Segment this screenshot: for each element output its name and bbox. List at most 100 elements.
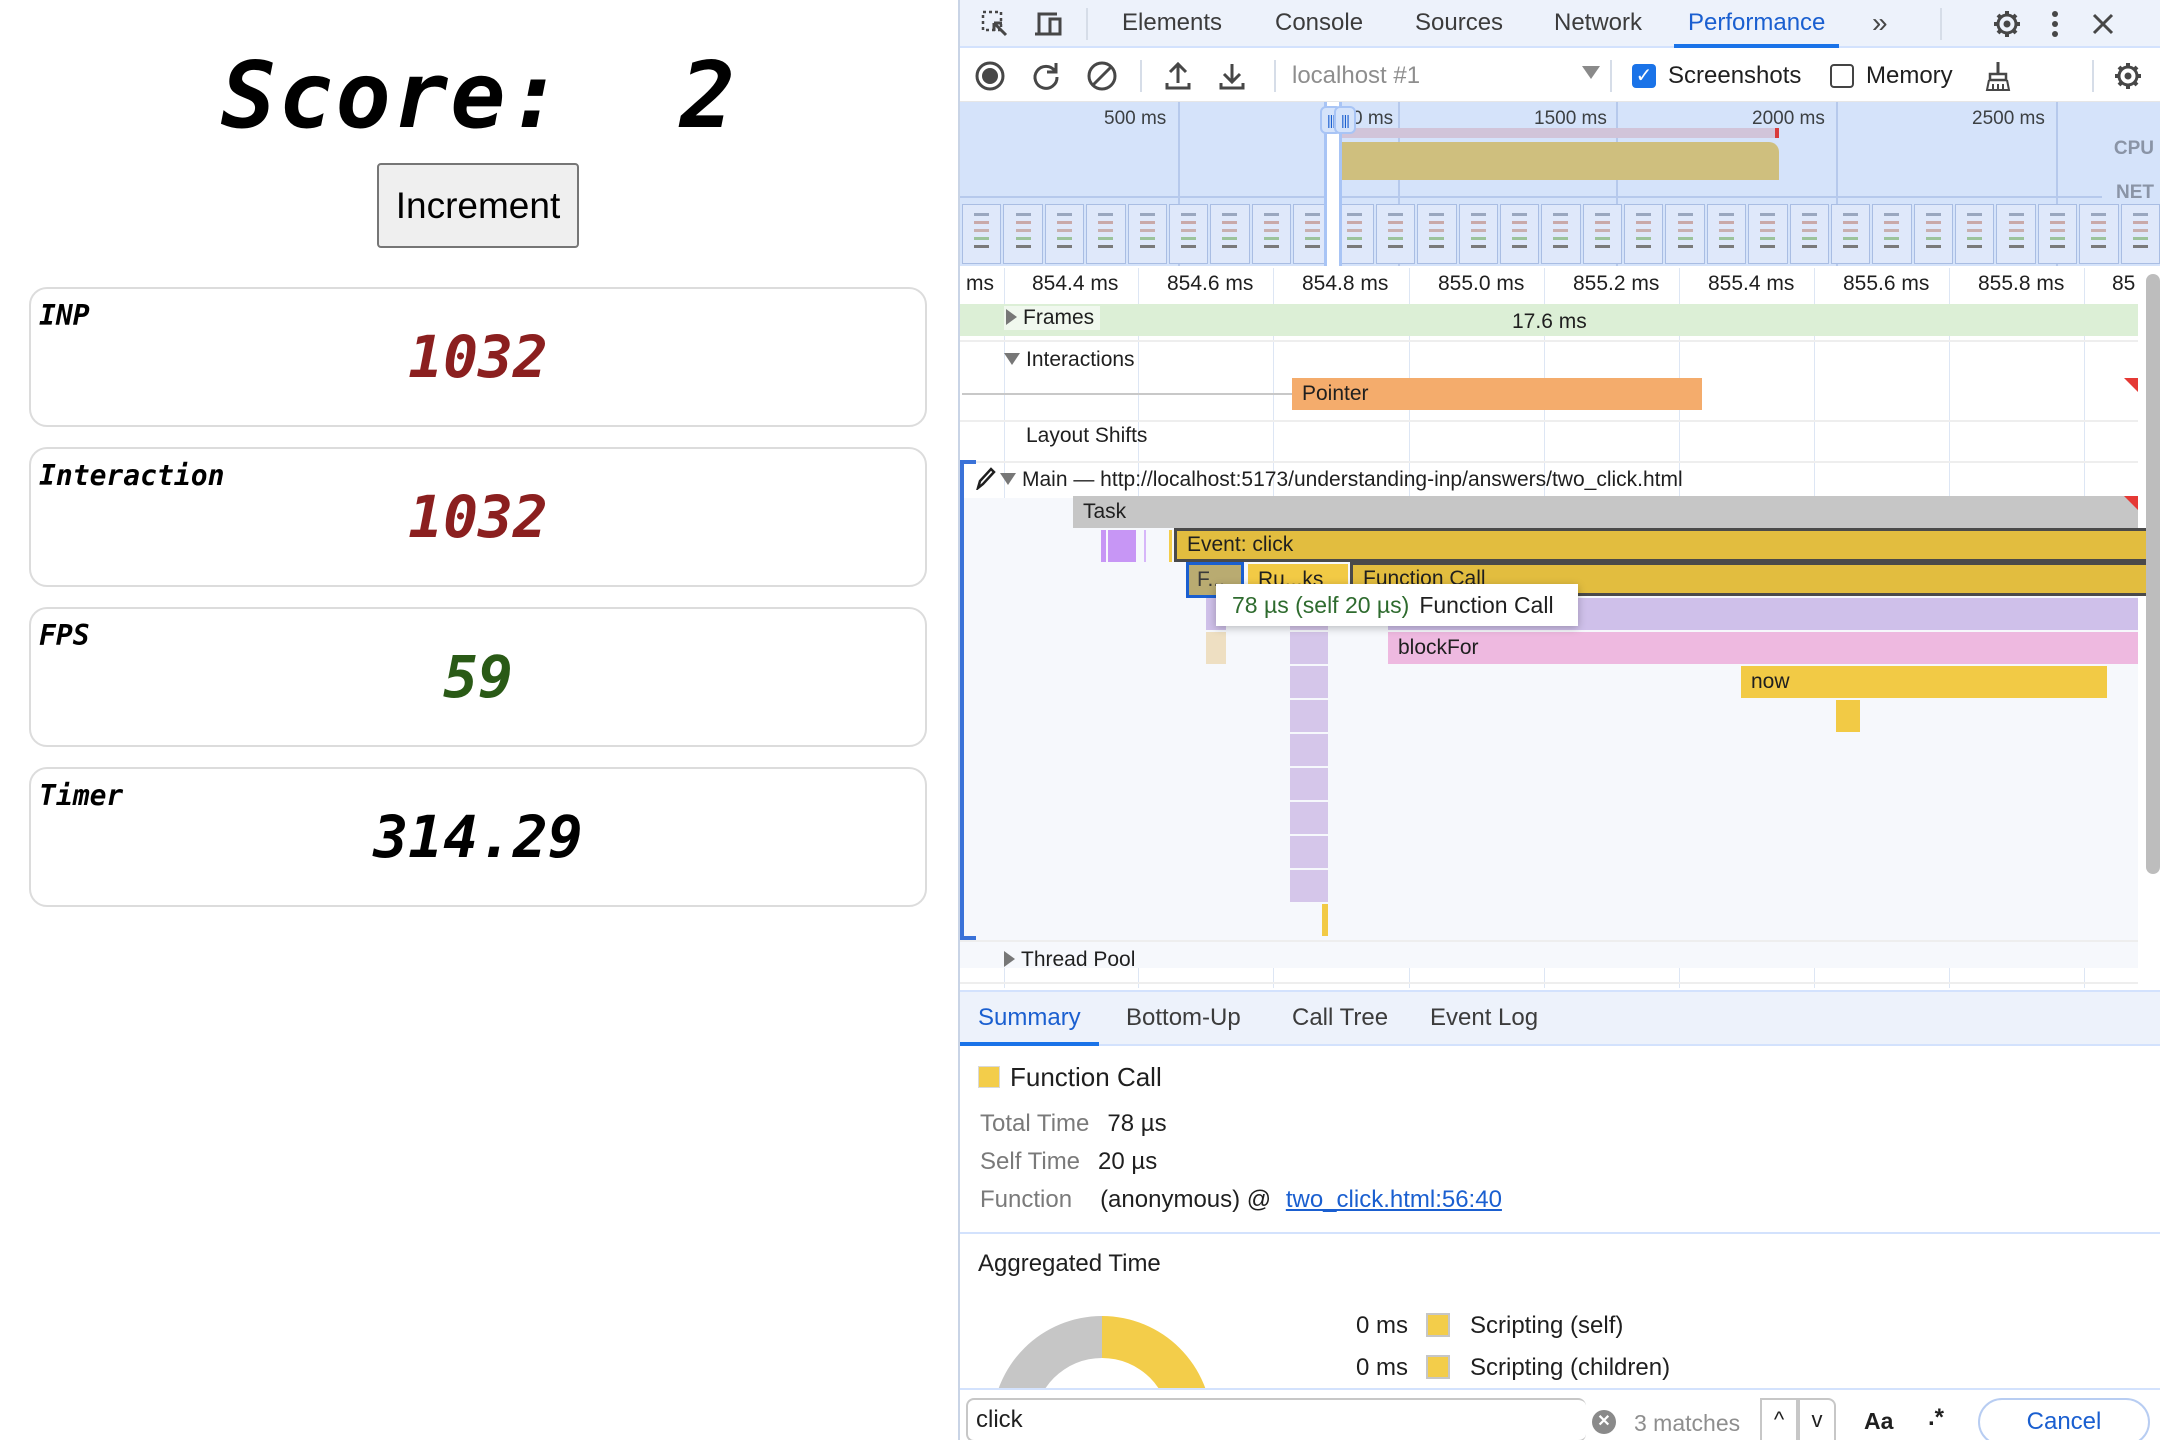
tab-sources[interactable]: Sources	[1415, 0, 1503, 48]
screenshot-thumbnail[interactable]	[2120, 204, 2160, 264]
more-tabs-chevron-icon[interactable]: »	[1872, 0, 1888, 48]
upload-profile-icon[interactable]	[1160, 58, 1196, 94]
blockfor-bar[interactable]: blockFor	[1388, 632, 2138, 664]
screenshot-thumbnail[interactable]	[1251, 204, 1291, 264]
record-icon[interactable]	[972, 58, 1008, 94]
screenshot-thumbnail[interactable]	[1499, 204, 1540, 264]
style-recalc-slice[interactable]	[1108, 530, 1136, 562]
regex-toggle[interactable]: .*	[1928, 1404, 1944, 1432]
screenshot-thumbnail[interactable]	[1830, 204, 1871, 264]
previous-match-chevron-up-icon[interactable]: ^	[1760, 1398, 1798, 1440]
screenshot-thumbnail[interactable]	[2037, 204, 2078, 264]
screenshot-thumbnail[interactable]	[1665, 204, 1705, 264]
reload-record-icon[interactable]	[1028, 58, 1064, 94]
screenshot-thumbnail[interactable]	[1748, 204, 1788, 264]
thread-pool-track-toggle[interactable]: Thread Pool	[1004, 948, 1135, 972]
screenshot-thumbnail[interactable]	[1872, 204, 1912, 264]
summary-title: Function Call	[1010, 1062, 1162, 1092]
close-devtools-icon[interactable]	[2086, 8, 2120, 40]
settings-gear-icon[interactable]	[1990, 8, 2024, 40]
now-bar[interactable]: now	[1741, 666, 2107, 698]
screenshot-thumbnail[interactable]	[1706, 204, 1747, 264]
microtask-slice[interactable]	[1290, 700, 1328, 732]
more-options-kebab-icon[interactable]	[2038, 8, 2072, 40]
tab-summary[interactable]: Summary	[960, 992, 1099, 1046]
screenshot-thumbnail[interactable]	[1624, 204, 1664, 264]
source-location-link[interactable]: two_click.html:56:40	[1286, 1186, 1502, 1213]
frame-duration[interactable]: 17.6 ms	[1512, 310, 1587, 334]
cancel-search-button[interactable]: Cancel	[1978, 1398, 2150, 1440]
tab-bottom-up[interactable]: Bottom-Up	[1126, 992, 1241, 1046]
style-recalc-slice[interactable]	[1101, 530, 1106, 562]
flame-chart[interactable]: ms 854.4 ms 854.6 ms 854.8 ms 855.0 ms 8…	[960, 268, 2160, 988]
memory-checkbox[interactable]	[1830, 64, 1854, 88]
screenshot-thumbnail[interactable]	[1913, 204, 1953, 264]
tab-performance[interactable]: Performance	[1674, 0, 1840, 48]
increment-button[interactable]: Increment	[377, 163, 579, 248]
microtask-slice[interactable]	[1290, 836, 1328, 868]
target-select[interactable]: localhost #1	[1292, 62, 1420, 90]
screenshot-thumbnail[interactable]	[1582, 204, 1622, 264]
screenshot-thumbnail[interactable]	[1458, 204, 1498, 264]
screenshot-thumbnail[interactable]	[1789, 204, 1829, 264]
screenshot-thumbnail[interactable]	[1375, 204, 1416, 264]
flame-chart-scrollbar[interactable]	[2146, 274, 2160, 874]
search-field[interactable]	[966, 1398, 1586, 1440]
microtask-slice[interactable]	[1290, 632, 1328, 664]
microtask-slice[interactable]	[1290, 768, 1328, 800]
screenshots-checkbox[interactable]: ✓	[1632, 64, 1656, 88]
microtask-slice[interactable]	[1290, 802, 1328, 834]
tab-console[interactable]: Console	[1275, 0, 1363, 48]
microtask-slice[interactable]	[1290, 734, 1328, 766]
clear-search-icon[interactable]: ✕	[1592, 1410, 1616, 1434]
selection-right-handle[interactable]: |||	[1334, 106, 1356, 134]
script-slice[interactable]	[1322, 904, 1328, 936]
match-case-toggle[interactable]: Aa	[1864, 1408, 1893, 1435]
interactions-track-toggle[interactable]: Interactions	[1004, 348, 1135, 372]
memory-label[interactable]: Memory	[1866, 62, 1953, 90]
search-input[interactable]	[976, 1404, 1396, 1436]
capture-settings-gear-icon[interactable]	[2110, 58, 2146, 94]
timeline-overview[interactable]: 500 ms 0 ms 1500 ms 2000 ms 2500 ms CPU …	[960, 102, 2160, 266]
screenshot-thumbnail[interactable]	[2079, 204, 2119, 264]
inspect-element-icon[interactable]	[978, 8, 1012, 40]
screenshot-thumbnail[interactable]	[1541, 204, 1581, 264]
garbage-collect-broom-icon[interactable]	[1980, 58, 2016, 94]
screenshot-thumbnail[interactable]	[1003, 204, 1043, 264]
tab-event-log[interactable]: Event Log	[1430, 992, 1538, 1046]
clear-icon[interactable]	[1084, 58, 1120, 94]
microtask-slice[interactable]	[1290, 870, 1328, 902]
gc-slice[interactable]	[1206, 632, 1226, 664]
screenshot-thumbnail[interactable]	[1168, 204, 1209, 264]
screenshot-thumbnail[interactable]	[1417, 204, 1457, 264]
download-profile-icon[interactable]	[1214, 58, 1250, 94]
microtask-slice[interactable]	[1290, 666, 1328, 698]
device-toolbar-icon[interactable]	[1032, 8, 1066, 40]
screenshot-thumbnail[interactable]	[1086, 204, 1126, 264]
screenshots-label[interactable]: Screenshots	[1668, 62, 1801, 90]
next-match-chevron-down-icon[interactable]: v	[1798, 1398, 1836, 1440]
screenshot-thumbnail[interactable]	[1996, 204, 2036, 264]
track-divider	[960, 940, 2138, 942]
now-child-slice[interactable]	[1836, 700, 1860, 732]
screenshot-thumbnail[interactable]	[1127, 204, 1167, 264]
dropdown-arrow-icon[interactable]	[1582, 66, 1600, 79]
screenshot-thumbnail[interactable]	[1955, 204, 1995, 264]
tab-call-tree[interactable]: Call Tree	[1292, 992, 1388, 1046]
script-slice[interactable]	[1169, 530, 1172, 562]
screenshot-thumbnail[interactable]	[1044, 204, 1085, 264]
style-recalc-slice[interactable]	[1144, 530, 1146, 562]
event-click-bar[interactable]: Event: click	[1174, 528, 2160, 562]
edit-pencil-icon[interactable]	[974, 466, 996, 496]
collapse-triangle-icon	[1004, 353, 1020, 365]
task-bar[interactable]: Task	[1073, 496, 2138, 528]
layout-shifts-label[interactable]: Layout Shifts	[1026, 424, 1147, 448]
pointer-interaction-bar[interactable]: Pointer	[1292, 378, 1702, 410]
tab-network[interactable]: Network	[1554, 0, 1642, 48]
screenshot-thumbnail[interactable]	[962, 204, 1002, 264]
collapse-triangle-icon	[1000, 473, 1016, 485]
tab-elements[interactable]: Elements	[1122, 0, 1222, 48]
screenshot-thumbnail[interactable]	[1210, 204, 1250, 264]
frames-track-toggle[interactable]: Frames	[1004, 306, 1101, 330]
main-track-header[interactable]: Main — http://localhost:5173/understandi…	[974, 466, 1683, 496]
